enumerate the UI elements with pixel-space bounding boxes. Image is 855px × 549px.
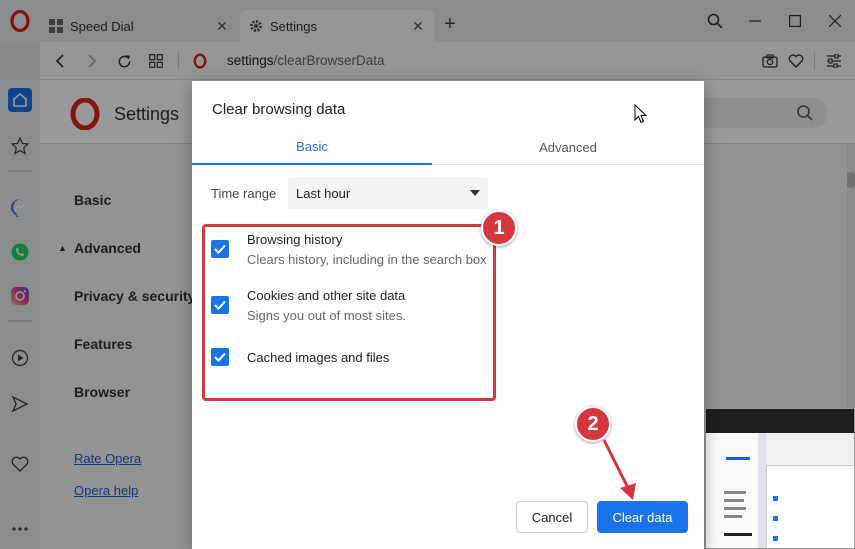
- step-badge-2: 2: [575, 406, 611, 442]
- thumb-line: [724, 507, 746, 510]
- tab-speed-dial[interactable]: Speed Dial ✕: [40, 10, 238, 42]
- snapshot-camera-icon[interactable]: [760, 51, 780, 71]
- divider: [178, 52, 179, 70]
- more-icon[interactable]: [8, 517, 32, 541]
- thumb-line: [724, 499, 744, 502]
- nav-advanced[interactable]: Advanced: [58, 240, 141, 256]
- time-range-label: Time range: [211, 186, 277, 201]
- thumb-line: [724, 491, 746, 494]
- title-bar: Speed Dial ✕ Settings ✕ +: [0, 0, 855, 42]
- instagram-icon[interactable]: [8, 284, 32, 308]
- tab-advanced[interactable]: Advanced: [448, 129, 688, 165]
- easy-setup-icon[interactable]: [824, 51, 844, 71]
- highlight-box: [202, 224, 496, 401]
- rate-opera-link[interactable]: Rate Opera: [74, 451, 141, 466]
- tab-title: Speed Dial: [70, 18, 134, 34]
- divider: [8, 170, 32, 172]
- opera-help-link[interactable]: Opera help: [74, 483, 138, 498]
- minimize-button[interactable]: [743, 10, 767, 32]
- close-icon[interactable]: ✕: [410, 18, 426, 34]
- step-badge-1: 1: [481, 210, 517, 246]
- pinboard-icon[interactable]: [8, 134, 32, 158]
- divider: [8, 320, 32, 322]
- thumb-line: [726, 457, 750, 460]
- time-range-select[interactable]: Last hour: [288, 177, 488, 209]
- thumb-sidebar: [758, 433, 766, 548]
- search-icon: [797, 105, 813, 121]
- thumb-dialog: [766, 465, 854, 548]
- thumb-line: [724, 533, 752, 536]
- dialog-tabs: Basic Advanced: [192, 129, 704, 165]
- page-title: Settings: [114, 104, 180, 124]
- back-button[interactable]: [50, 51, 70, 71]
- new-tab-button[interactable]: +: [440, 14, 460, 34]
- clear-data-button[interactable]: Clear data: [597, 501, 688, 533]
- messenger-icon[interactable]: [8, 196, 32, 220]
- time-range-value: Last hour: [296, 186, 351, 201]
- opera-menu-icon[interactable]: [10, 10, 30, 32]
- reload-icon[interactable]: [114, 51, 134, 71]
- sidebar: [0, 80, 40, 549]
- tab-settings[interactable]: Settings ✕: [240, 10, 434, 42]
- divider: [814, 52, 815, 70]
- nav-features[interactable]: Features: [74, 336, 132, 352]
- gear-icon: [248, 18, 264, 34]
- chevron-down-icon: [470, 190, 480, 196]
- thumb-line: [724, 515, 742, 518]
- thumb-checkbox: [773, 496, 778, 501]
- dialog-title: Clear browsing data: [212, 101, 346, 118]
- url-path: /clearBrowserData: [273, 53, 385, 68]
- nav-browser[interactable]: Browser: [74, 384, 130, 400]
- send-icon[interactable]: [8, 392, 32, 416]
- url-field[interactable]: settings/clearBrowserData: [227, 53, 385, 68]
- cancel-button[interactable]: Cancel: [516, 501, 588, 533]
- thumb-checkbox: [773, 536, 778, 541]
- speed-dial-icon: [48, 18, 64, 34]
- home-icon[interactable]: [8, 88, 32, 112]
- thumb-checkbox: [773, 516, 778, 521]
- heart-icon[interactable]: [8, 452, 32, 476]
- settings-nav: Basic Advanced Privacy & security Featur…: [40, 144, 195, 549]
- url-host: settings: [227, 53, 274, 68]
- nav-privacy-security[interactable]: Privacy & security: [74, 288, 195, 304]
- nav-basic[interactable]: Basic: [74, 192, 111, 208]
- tab-title: Settings: [270, 18, 317, 34]
- address-bar: settings/clearBrowserData: [40, 42, 855, 80]
- embedded-screenshot: [705, 408, 855, 549]
- search-tabs-icon[interactable]: [703, 10, 727, 32]
- opera-logo-icon: [70, 98, 100, 130]
- tab-grid-icon[interactable]: [146, 51, 166, 71]
- close-icon[interactable]: ✕: [214, 18, 230, 34]
- whatsapp-icon[interactable]: [8, 240, 32, 264]
- player-icon[interactable]: [8, 346, 32, 370]
- tab-basic[interactable]: Basic: [192, 129, 432, 165]
- scrollbar-thumb[interactable]: [847, 172, 855, 188]
- forward-button[interactable]: [82, 51, 102, 71]
- thumb-article: [706, 433, 758, 548]
- opera-page-icon: [193, 53, 207, 69]
- close-window-button[interactable]: [823, 10, 847, 32]
- maximize-button[interactable]: [783, 10, 807, 32]
- mouse-cursor-icon: [634, 104, 648, 124]
- heart-bookmark-icon[interactable]: [786, 51, 806, 71]
- thumb-taskbar: [706, 409, 854, 433]
